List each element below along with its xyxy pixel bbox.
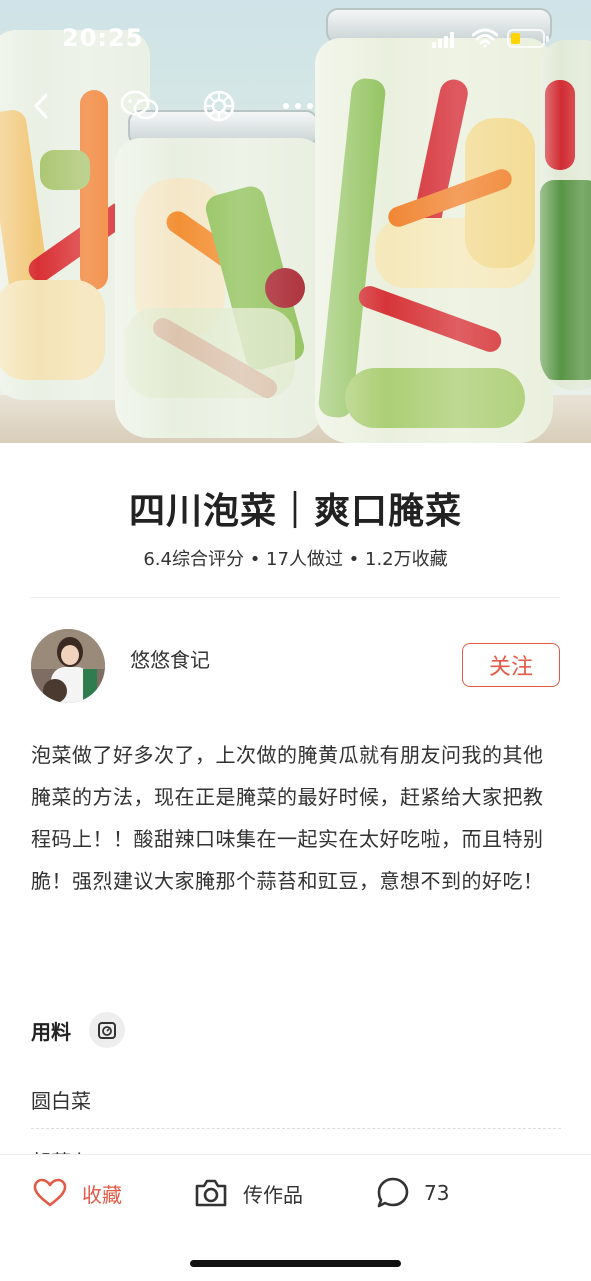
favorite-button[interactable]: 收藏: [33, 1171, 122, 1215]
kitchen-scale-icon: [98, 1022, 116, 1039]
comment-count: 73: [424, 1181, 450, 1205]
share-moments-button[interactable]: [199, 86, 239, 126]
more-icon: [283, 103, 313, 109]
author-avatar[interactable]: [31, 629, 105, 703]
recipe-stats: 6.4综合评分 • 17人做过 • 1.2万收藏: [143, 549, 448, 570]
camera-icon: [195, 1179, 227, 1207]
battery-level: [511, 33, 520, 44]
recipe-description: 泡菜做了好多次了，上次做的腌黄瓜就有朋友问我的其他腌菜的方法，现在正是腌菜的最好…: [31, 743, 544, 893]
recipe-title: 四川泡菜｜爽口腌菜: [128, 491, 462, 532]
comment-bubble-icon: [377, 1177, 409, 1208]
upload-work-button[interactable]: 传作品: [193, 1171, 303, 1215]
back-button[interactable]: [22, 86, 62, 126]
author-name[interactable]: 悠悠食记: [130, 644, 210, 673]
share-wechat-button[interactable]: [120, 86, 160, 126]
favorite-label: 收藏: [82, 1182, 122, 1207]
follow-button[interactable]: 关注: [462, 643, 560, 687]
ingredient-divider: [31, 1128, 561, 1129]
ingredients-heading: 用料: [31, 1020, 71, 1044]
heart-icon: [33, 1178, 67, 1207]
wechat-icon: [120, 90, 159, 120]
moments-icon: [203, 90, 235, 122]
upload-work-label: 传作品: [243, 1182, 303, 1207]
chevron-left-icon: [34, 93, 48, 119]
kitchen-scale-button[interactable]: [89, 1012, 125, 1048]
home-indicator[interactable]: [190, 1260, 401, 1267]
cellular-signal-icon: [432, 32, 456, 48]
comments-button[interactable]: 73: [376, 1171, 449, 1215]
wifi-icon: [472, 28, 498, 48]
divider: [30, 597, 560, 598]
battery-icon: [507, 29, 549, 48]
ingredient-item: 圆白菜: [31, 1089, 91, 1113]
status-time: 20:25: [62, 24, 144, 52]
status-bar: 20:25: [0, 0, 591, 78]
more-button[interactable]: [278, 86, 318, 126]
